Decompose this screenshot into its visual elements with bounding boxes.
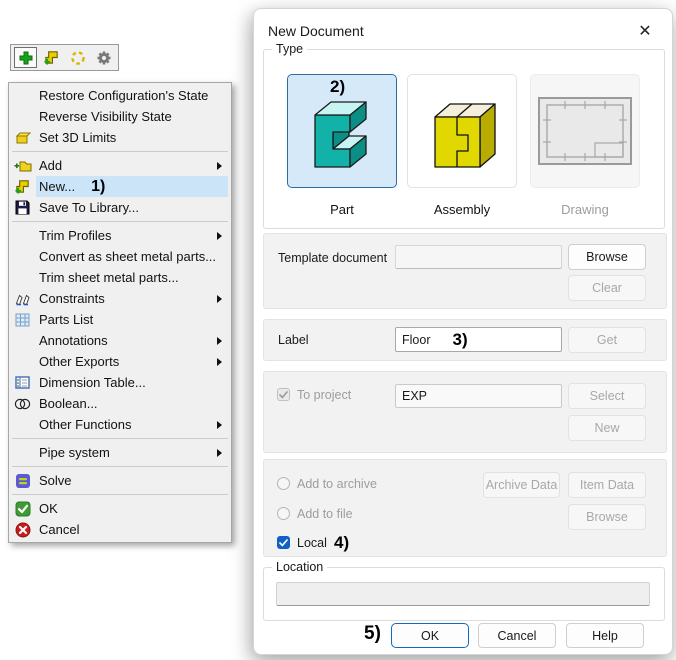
ok-check-icon bbox=[9, 498, 36, 519]
label-input[interactable]: Floor 3) bbox=[395, 327, 562, 352]
step-annotation-1: 1) bbox=[91, 178, 105, 196]
menu-separator bbox=[12, 466, 228, 467]
location-group: Location bbox=[263, 567, 665, 621]
menu-item-cancel[interactable]: Cancel bbox=[9, 519, 231, 540]
submenu-arrow-icon bbox=[217, 295, 222, 303]
floppy-icon bbox=[9, 197, 36, 218]
new-document-dialog: New Document ✕ Type 2) bbox=[253, 8, 673, 655]
menu-item-save-to-library[interactable]: Save To Library... bbox=[9, 197, 231, 218]
menu-separator bbox=[12, 151, 228, 152]
submenu-arrow-icon bbox=[217, 358, 222, 366]
item-data-button: Item Data bbox=[568, 472, 646, 498]
drawing-sheet-icon bbox=[537, 96, 633, 166]
template-browse-button[interactable]: Browse bbox=[568, 244, 646, 270]
tile-drawing bbox=[530, 74, 640, 188]
step-annotation-3: 3) bbox=[452, 330, 467, 350]
help-button[interactable]: Help bbox=[566, 623, 644, 648]
add-plus-icon[interactable] bbox=[14, 47, 37, 68]
new-profile-icon bbox=[9, 176, 36, 197]
archive-data-button: Archive Data bbox=[483, 472, 560, 498]
type-legend: Type bbox=[272, 42, 307, 57]
cancel-button[interactable]: Cancel bbox=[478, 623, 556, 648]
tile-part-label: Part bbox=[287, 202, 397, 217]
solve-equals-icon bbox=[9, 470, 36, 491]
menu-separator bbox=[12, 438, 228, 439]
menu-item-parts-list[interactable]: Parts List bbox=[9, 309, 231, 330]
template-clear-button: Clear bbox=[568, 275, 646, 301]
dialog-title: New Document bbox=[268, 23, 364, 39]
project-select-button: Select bbox=[568, 383, 646, 409]
menu-item-reverse-visibility-state[interactable]: Reverse Visibility State bbox=[9, 106, 231, 127]
boolean-rings-icon bbox=[9, 393, 36, 414]
location-legend: Location bbox=[272, 560, 327, 575]
constraints-icon bbox=[9, 288, 36, 309]
new-profile-icon[interactable] bbox=[40, 47, 63, 68]
template-label: Template document bbox=[278, 251, 387, 265]
close-icon[interactable]: ✕ bbox=[634, 20, 656, 42]
archive-card: Add to archive Archive Data Item Data Ad… bbox=[263, 459, 667, 557]
project-input: EXP bbox=[395, 384, 562, 408]
add-to-file-radio bbox=[277, 507, 290, 520]
menu-item-set-3d-limits[interactable]: Set 3D Limits bbox=[9, 127, 231, 148]
menu-item-other-exports[interactable]: Other Exports bbox=[9, 351, 231, 372]
menu-item-convert-sheet-metal[interactable]: Convert as sheet metal parts... bbox=[9, 246, 231, 267]
step-annotation-2: 2) bbox=[330, 77, 345, 97]
label-card: Label Floor 3) Get bbox=[263, 319, 667, 361]
menu-item-add[interactable]: Add bbox=[9, 155, 231, 176]
menu-item-solve[interactable]: Solve bbox=[9, 470, 231, 491]
to-project-checkbox bbox=[277, 388, 290, 401]
submenu-arrow-icon bbox=[217, 162, 222, 170]
local-checkbox[interactable] bbox=[277, 536, 290, 549]
local-label: Local bbox=[297, 536, 327, 550]
submenu-arrow-icon bbox=[217, 449, 222, 457]
menu-item-other-functions[interactable]: Other Functions bbox=[9, 414, 231, 435]
tile-assembly-label: Assembly bbox=[407, 202, 517, 217]
selection-loop-icon[interactable] bbox=[66, 47, 89, 68]
cancel-x-icon bbox=[9, 519, 36, 540]
box-3d-icon bbox=[9, 127, 36, 148]
menu-item-pipe-system[interactable]: Pipe system bbox=[9, 442, 231, 463]
ok-button[interactable]: OK bbox=[391, 623, 469, 648]
submenu-arrow-icon bbox=[217, 337, 222, 345]
type-group: Type 2) bbox=[263, 49, 665, 229]
menu-separator bbox=[12, 221, 228, 222]
menu-item-restore-configurations-state[interactable]: Restore Configuration's State bbox=[9, 85, 231, 106]
location-input bbox=[276, 582, 650, 606]
template-card: Template document Browse Clear bbox=[263, 233, 667, 309]
label-label: Label bbox=[278, 333, 309, 347]
menu-item-constraints[interactable]: Constraints bbox=[9, 288, 231, 309]
tile-drawing-label: Drawing bbox=[530, 202, 640, 217]
menu-item-trim-profiles[interactable]: Trim Profiles bbox=[9, 225, 231, 246]
add-folder-icon bbox=[9, 155, 36, 176]
assembly-3d-icon bbox=[423, 91, 501, 171]
menu-separator bbox=[12, 494, 228, 495]
settings-gear-icon[interactable] bbox=[92, 47, 115, 68]
to-project-label: To project bbox=[297, 388, 351, 402]
table-icon bbox=[9, 309, 36, 330]
add-to-file-label: Add to file bbox=[297, 507, 353, 521]
menu-item-ok[interactable]: OK bbox=[9, 498, 231, 519]
menu-item-boolean[interactable]: Boolean... bbox=[9, 393, 231, 414]
menu-item-annotations[interactable]: Annotations bbox=[9, 330, 231, 351]
dimension-table-icon bbox=[9, 372, 36, 393]
tile-assembly[interactable] bbox=[407, 74, 517, 188]
label-get-button: Get bbox=[568, 327, 646, 353]
menu-item-dimension-table[interactable]: Dimension Table... bbox=[9, 372, 231, 393]
quick-toolbar bbox=[10, 44, 119, 71]
file-browse-button: Browse bbox=[568, 504, 646, 530]
context-menu: Restore Configuration's State Reverse Vi… bbox=[8, 82, 232, 543]
project-card: To project EXP Select New bbox=[263, 371, 667, 453]
add-to-archive-radio bbox=[277, 477, 290, 490]
add-to-archive-label: Add to archive bbox=[297, 477, 377, 491]
tile-part[interactable]: 2) bbox=[287, 74, 397, 188]
step-annotation-5: 5) bbox=[364, 623, 381, 645]
menu-item-trim-sheet-metal[interactable]: Trim sheet metal parts... bbox=[9, 267, 231, 288]
submenu-arrow-icon bbox=[217, 232, 222, 240]
submenu-arrow-icon bbox=[217, 421, 222, 429]
part-3d-icon bbox=[303, 85, 381, 177]
template-input[interactable] bbox=[395, 245, 562, 269]
step-annotation-4: 4) bbox=[334, 533, 349, 553]
menu-item-new[interactable]: New...1) bbox=[9, 176, 231, 197]
project-new-button: New bbox=[568, 415, 646, 441]
